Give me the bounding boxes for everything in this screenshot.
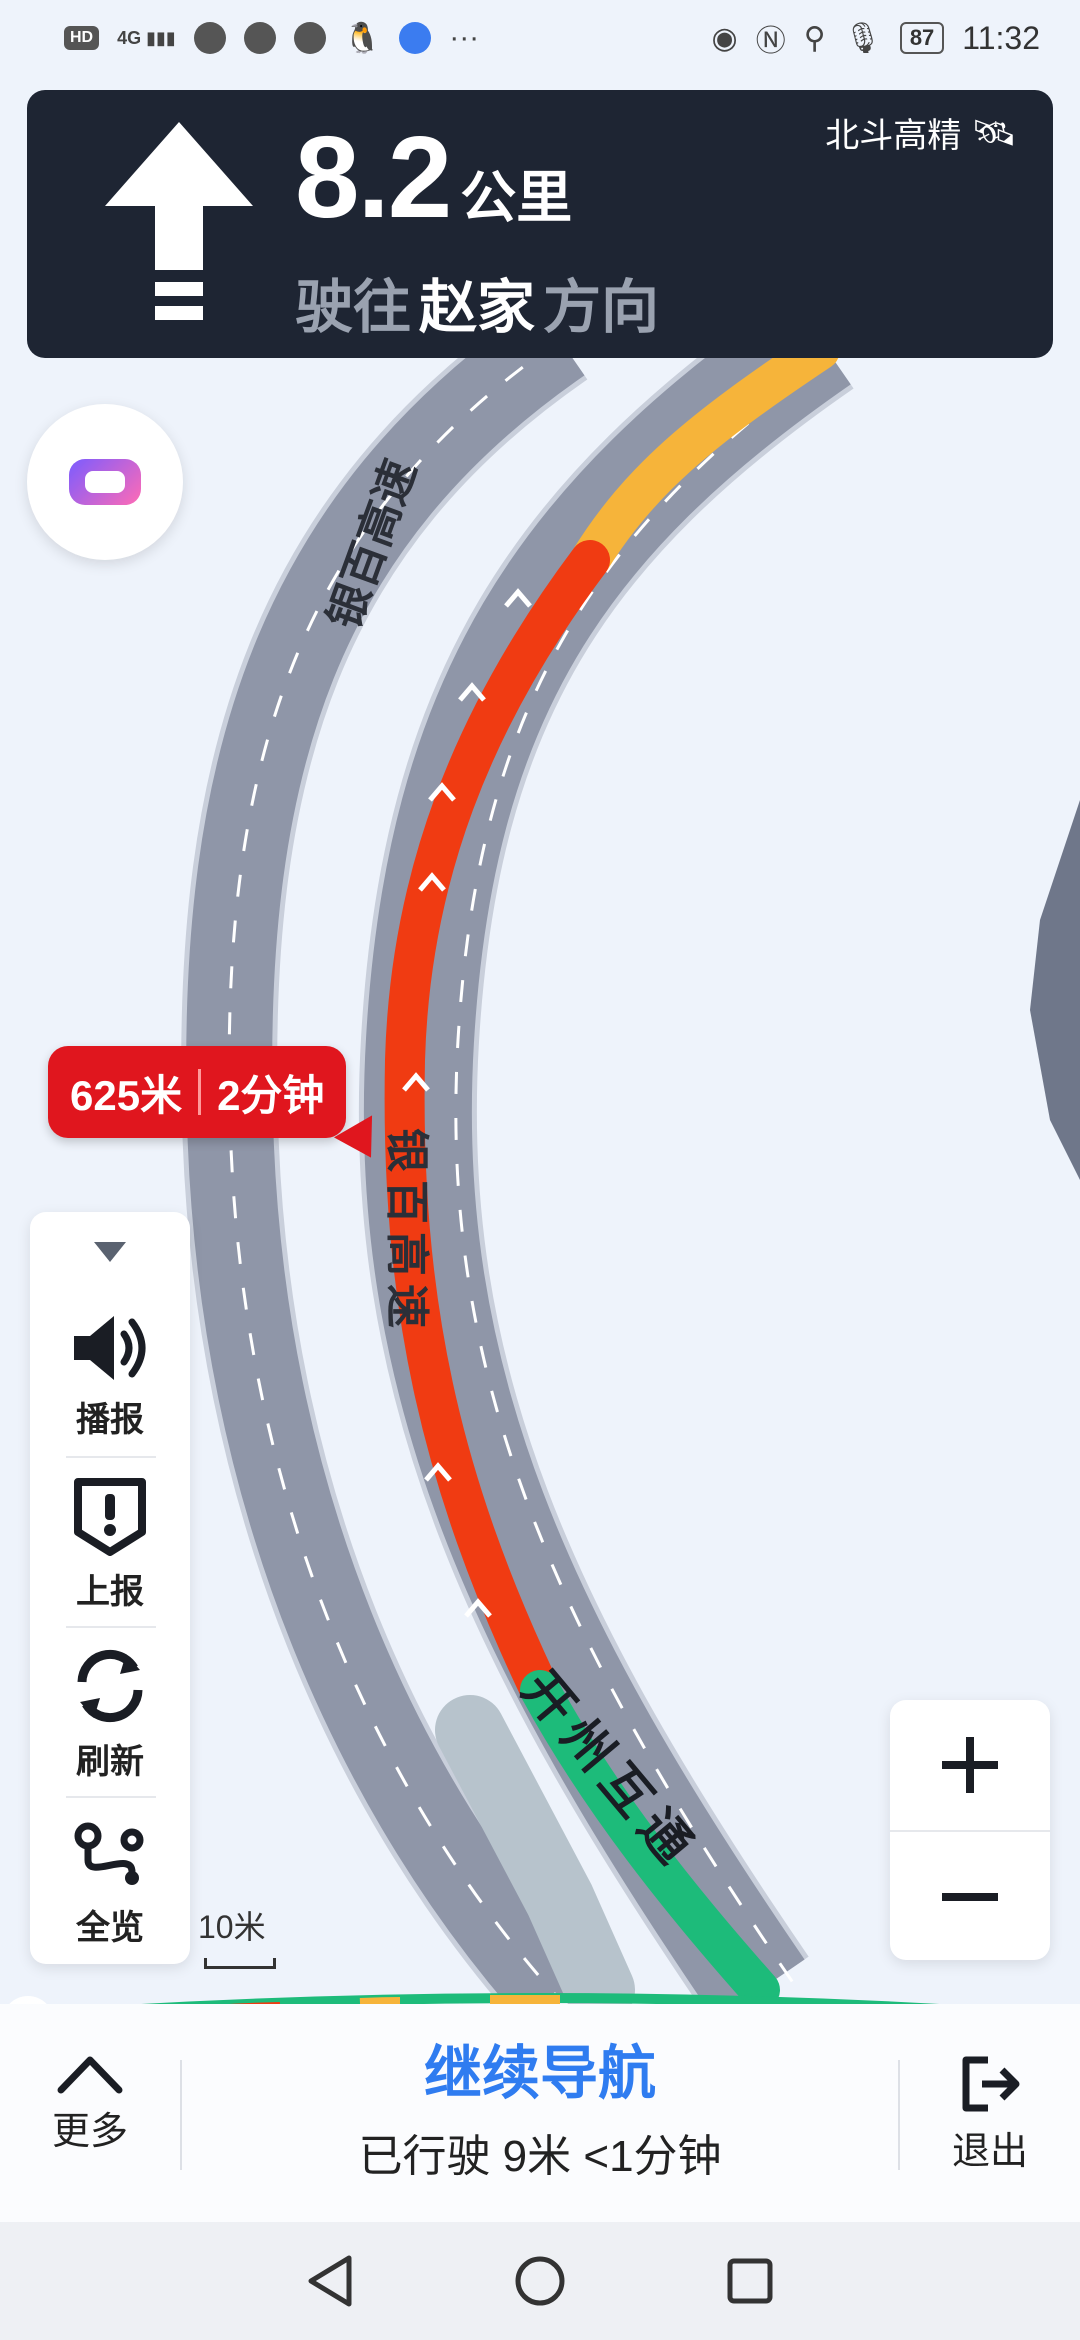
navigation-bottom-bar: 更多 继续导航 已行驶 9米 <1分钟 退出 [0,2004,1080,2222]
zoom-in-button[interactable] [890,1700,1050,1830]
audio-notification-icon [293,22,326,54]
straight-arrow-icon [105,122,253,320]
bar-divider [898,2060,900,2170]
recents-square-icon [727,2258,773,2304]
report-button[interactable]: 上报 [30,1464,190,1624]
continue-title: 继续导航 [423,2041,656,2106]
refresh-button[interactable]: 刷新 [30,1634,190,1794]
bar-divider [180,2060,182,2170]
positioning-label: 北斗高精 [825,117,962,155]
bubble-separator [198,1069,202,1115]
direction-prefix: 驶往 [295,275,412,340]
more-button[interactable]: 更多 [30,2054,150,2155]
exit-label: 退出 [951,2131,1028,2173]
zoom-control [890,1700,1050,1960]
exit-icon [962,2056,1020,2112]
distance-value: 8.2 [295,112,452,242]
refresh-icon [77,1649,143,1722]
status-bar: HD 4G ▮▮▮ 🐧 ··· ◉ Ⓝ ⚲ 🎙 87 11:32 [0,0,1080,76]
report-label: 上报 [76,1572,144,1611]
segment-time: 2分钟 [217,1071,325,1119]
broadcast-label: 播报 [76,1400,144,1439]
home-button[interactable] [510,2251,570,2311]
clock: 11:32 [962,19,1040,56]
road-label-route: 银百高速 [382,1128,431,1336]
direction-text: 驶往 赵家 方向 [295,260,659,344]
voice-assistant-button[interactable] [27,404,183,560]
traveled-summary: 已行驶 9米 <1分钟 [358,2132,722,2181]
zoom-out-button[interactable] [890,1832,1050,1962]
direction-road: 赵家 [419,275,536,340]
remaining-distance: 8.2 公里 [295,110,572,244]
segment-info-bubble: 625米 2分钟 [48,1046,347,1138]
eye-icon: ◉ [711,21,738,55]
system-navigation-bar [0,2222,1080,2340]
minus-icon [942,1893,998,1901]
nfc-icon: Ⓝ [755,25,786,58]
tool-divider [66,1456,156,1458]
tool-panel: 播报 上报 刷新 全览 [30,1212,190,1964]
back-button[interactable] [300,2251,360,2311]
home-circle-icon [515,2256,565,2306]
more-label: 更多 [51,2111,128,2153]
positioning-status: 北斗高精 🛰 [825,108,1017,157]
penguin-notification-icon: 🐧 [343,21,382,55]
speaker-icon [74,1315,146,1380]
battery-indicator: 87 [899,22,945,54]
microphone-icon: 🎙 [843,21,882,55]
collapse-panel-icon[interactable] [94,1242,126,1262]
map-scale-label: 10米 [198,1909,266,1945]
hd-indicator: HD [64,26,100,50]
refresh-label: 刷新 [76,1742,144,1781]
distance-unit: 公里 [460,166,573,229]
broadcast-button[interactable]: 播报 [30,1296,190,1456]
direction-suffix: 方向 [543,275,660,340]
map-scale-bar [204,1958,276,1969]
continue-navigation-button[interactable]: 继续导航 已行驶 9米 <1分钟 [190,2026,890,2184]
back-triangle-icon [308,2255,352,2307]
segment-distance: 625米 [70,1071,183,1119]
plus-icon [942,1737,998,1793]
tool-divider [66,1626,156,1628]
overview-label: 全览 [76,1908,144,1947]
recents-button[interactable] [720,2251,780,2311]
tool-divider [66,1796,156,1798]
shield-notification-icon [243,22,276,54]
browser-notification-icon [399,22,432,54]
network-signal-icon: 4G ▮▮▮ [117,27,176,48]
assistant-icon [69,459,141,505]
route-overview-icon [74,1822,144,1885]
report-alert-icon [74,1477,146,1556]
satellite-icon: 🛰 [971,111,1017,153]
exit-button[interactable]: 退出 [930,2054,1050,2175]
more-notifications: ··· [449,21,480,54]
chevron-up-icon [57,2056,123,2094]
app-notification-icon [193,22,226,54]
location-icon: ⚲ [803,21,826,55]
turn-guidance-card[interactable]: 8.2 公里 驶往 赵家 方向 北斗高精 🛰 [27,90,1053,358]
overview-button[interactable]: 全览 [30,1804,190,1964]
